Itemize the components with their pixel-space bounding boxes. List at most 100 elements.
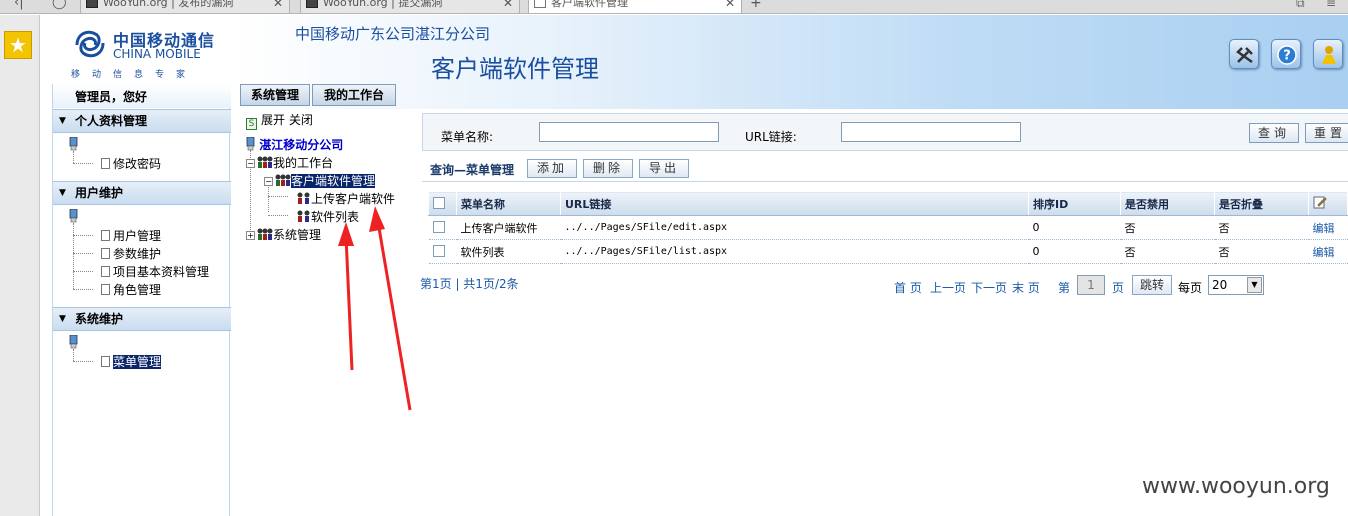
delete-button[interactable]: 删除 bbox=[583, 159, 633, 178]
refresh-icon[interactable]: S bbox=[246, 118, 257, 130]
url-input[interactable] bbox=[841, 122, 1021, 142]
cell-disabled: 否 bbox=[1120, 215, 1215, 240]
menu-item-label: 菜单管理 bbox=[113, 355, 162, 369]
next-page-link[interactable]: 下一页 bbox=[971, 279, 1007, 296]
welcome-text: 管理员，您好 bbox=[53, 84, 231, 108]
menu-item-user-management[interactable]: 用户管理 bbox=[101, 227, 161, 244]
edit-link[interactable]: 编辑 bbox=[1313, 222, 1335, 235]
menu-item-role-management[interactable]: 角色管理 bbox=[101, 281, 161, 298]
edit-link[interactable]: 编辑 bbox=[1313, 246, 1335, 259]
menu-group-personal: ▼ 个人资料管理 修改密码 bbox=[53, 109, 231, 177]
close-icon[interactable]: ✕ bbox=[503, 0, 513, 10]
tree-root-icon bbox=[69, 209, 78, 223]
close-icon[interactable]: ✕ bbox=[725, 0, 735, 10]
cell-url: ../../Pages/SFile/list.aspx bbox=[560, 239, 1029, 264]
cell-folded: 否 bbox=[1214, 215, 1309, 240]
row-checkbox[interactable] bbox=[428, 215, 457, 240]
user-group-icon bbox=[257, 156, 273, 168]
tree-panel: 系统管理 我的工作台 S 展开 关闭 湛江移动分公司 − 我的工作台 − 客户端软件管… bbox=[238, 84, 414, 516]
page-number-input[interactable]: 1 bbox=[1077, 275, 1105, 295]
tree-toolbar: S 展开 关闭 bbox=[246, 111, 313, 130]
tree-node-client-software[interactable]: − 客户端软件管理 bbox=[264, 172, 376, 189]
logo-slogan: 移动信息专家 bbox=[71, 70, 198, 80]
divider bbox=[422, 181, 1348, 182]
menu-head-users[interactable]: ▼ 用户维护 bbox=[53, 181, 231, 205]
tab-label: WooYun.org | 提交漏洞 bbox=[323, 0, 443, 9]
tree-node-label: 客户端软件管理 bbox=[291, 174, 376, 188]
user-group-icon bbox=[275, 174, 291, 186]
col-disabled[interactable]: 是否禁用 bbox=[1120, 191, 1215, 216]
select-all-checkbox[interactable] bbox=[428, 191, 457, 216]
query-title: 查询—菜单管理 bbox=[430, 163, 515, 177]
checkbox-icon bbox=[432, 221, 445, 233]
last-page-link[interactable]: 末 页 bbox=[1012, 279, 1040, 296]
reset-button[interactable]: 重置 bbox=[1305, 123, 1348, 143]
restore-icon[interactable]: ⧉ bbox=[1296, 0, 1305, 11]
menu-head-label: 个人资料管理 bbox=[75, 114, 148, 128]
menu-icon[interactable]: ≡ bbox=[1326, 0, 1336, 10]
watermark: www.wooyun.org bbox=[1142, 474, 1330, 499]
tree-node-software-list[interactable]: 软件列表 bbox=[296, 208, 359, 225]
query-button[interactable]: 查询 bbox=[1249, 123, 1299, 143]
help-icon[interactable]: ? bbox=[1271, 39, 1301, 69]
back-icon[interactable]: ‹| bbox=[14, 0, 24, 10]
expand-plus-icon[interactable]: + bbox=[246, 231, 255, 240]
tab-system-management[interactable]: 系统管理 bbox=[240, 84, 310, 106]
tree-root-icon bbox=[69, 335, 78, 349]
menu-item-label: 参数维护 bbox=[113, 247, 162, 261]
menu-item-label: 角色管理 bbox=[113, 283, 162, 297]
menu-item-menu-management[interactable]: 菜单管理 bbox=[101, 353, 162, 370]
tools-icon[interactable] bbox=[1229, 39, 1259, 69]
cell-menu-name: 软件列表 bbox=[456, 239, 561, 264]
history-icon[interactable]: ◯ bbox=[52, 0, 67, 10]
collapse-arrow-icon: ▼ bbox=[59, 314, 66, 324]
query-toolbar: 查询—菜单管理 添加 删除 导出 bbox=[422, 159, 1348, 179]
tab-label: WooYun.org | 发布的漏洞 bbox=[103, 0, 234, 9]
menu-item-project-data[interactable]: 项目基本资料管理 bbox=[101, 263, 209, 280]
tree-root-zhanjiang[interactable]: 湛江移动分公司 bbox=[246, 136, 343, 153]
export-button[interactable]: 导出 bbox=[639, 159, 689, 178]
col-edit bbox=[1308, 191, 1348, 216]
browser-tab-3[interactable]: 客户端软件管理 ✕ bbox=[528, 0, 742, 13]
new-tab-icon[interactable]: + bbox=[750, 0, 762, 11]
document-icon bbox=[101, 356, 110, 367]
expand-all-link[interactable]: 展开 bbox=[261, 113, 285, 127]
col-menu-name[interactable]: 菜单名称 bbox=[456, 191, 561, 216]
tab-my-workbench[interactable]: 我的工作台 bbox=[312, 84, 396, 106]
row-checkbox[interactable] bbox=[428, 239, 457, 264]
per-page-select[interactable]: 20 ▼ bbox=[1208, 275, 1264, 295]
menu-item-change-password[interactable]: 修改密码 bbox=[101, 155, 161, 172]
close-icon[interactable]: ✕ bbox=[273, 0, 283, 10]
cell-url: ../../Pages/SFile/edit.aspx bbox=[560, 215, 1029, 240]
tab-label: 系统管理 bbox=[250, 88, 299, 102]
menu-name-label: 菜单名称: bbox=[441, 130, 494, 144]
page-prefix-label: 第 bbox=[1058, 281, 1071, 295]
prev-page-link[interactable]: 上一页 bbox=[930, 279, 966, 296]
menu-name-input[interactable] bbox=[539, 122, 719, 142]
tab-label: 我的工作台 bbox=[323, 88, 384, 102]
user-key-icon[interactable] bbox=[1313, 39, 1343, 69]
tree-node-upload-client[interactable]: 上传客户端软件 bbox=[296, 190, 395, 207]
collapse-minus-icon[interactable]: − bbox=[246, 159, 255, 168]
browser-tab-2[interactable]: WooYun.org | 提交漏洞 ✕ bbox=[300, 0, 520, 13]
browser-sidebar: ★ bbox=[0, 15, 40, 516]
browser-tab-1[interactable]: WooYun.org | 发布的漏洞 ✕ bbox=[80, 0, 290, 13]
menu-item-params[interactable]: 参数维护 bbox=[101, 245, 161, 262]
main-content: 菜单名称: URL链接: 查询 重置 查询—菜单管理 添加 删除 导出 菜单名称… bbox=[418, 109, 1348, 516]
menu-head-system[interactable]: ▼ 系统维护 bbox=[53, 307, 231, 331]
first-page-link[interactable]: 首 页 bbox=[894, 279, 922, 296]
menu-item-label: 项目基本资料管理 bbox=[113, 265, 210, 279]
tree-node-label: 软件列表 bbox=[311, 210, 360, 224]
add-button[interactable]: 添加 bbox=[527, 159, 577, 178]
table-header-row: 菜单名称 URL链接 排序ID 是否禁用 是否折叠 bbox=[428, 191, 1348, 216]
menu-head-personal[interactable]: ▼ 个人资料管理 bbox=[53, 109, 231, 133]
col-url[interactable]: URL链接 bbox=[560, 191, 1029, 216]
favorites-star-icon[interactable]: ★ bbox=[4, 31, 32, 59]
jump-button[interactable]: 跳转 bbox=[1132, 275, 1172, 295]
collapse-minus-icon[interactable]: − bbox=[264, 177, 273, 186]
tree-node-system-management[interactable]: + 系统管理 bbox=[246, 226, 321, 243]
collapse-all-link[interactable]: 关闭 bbox=[289, 113, 313, 127]
tree-node-my-workbench[interactable]: − 我的工作台 bbox=[246, 154, 333, 171]
col-sort-id[interactable]: 排序ID bbox=[1028, 191, 1121, 216]
col-folded[interactable]: 是否折叠 bbox=[1214, 191, 1309, 216]
